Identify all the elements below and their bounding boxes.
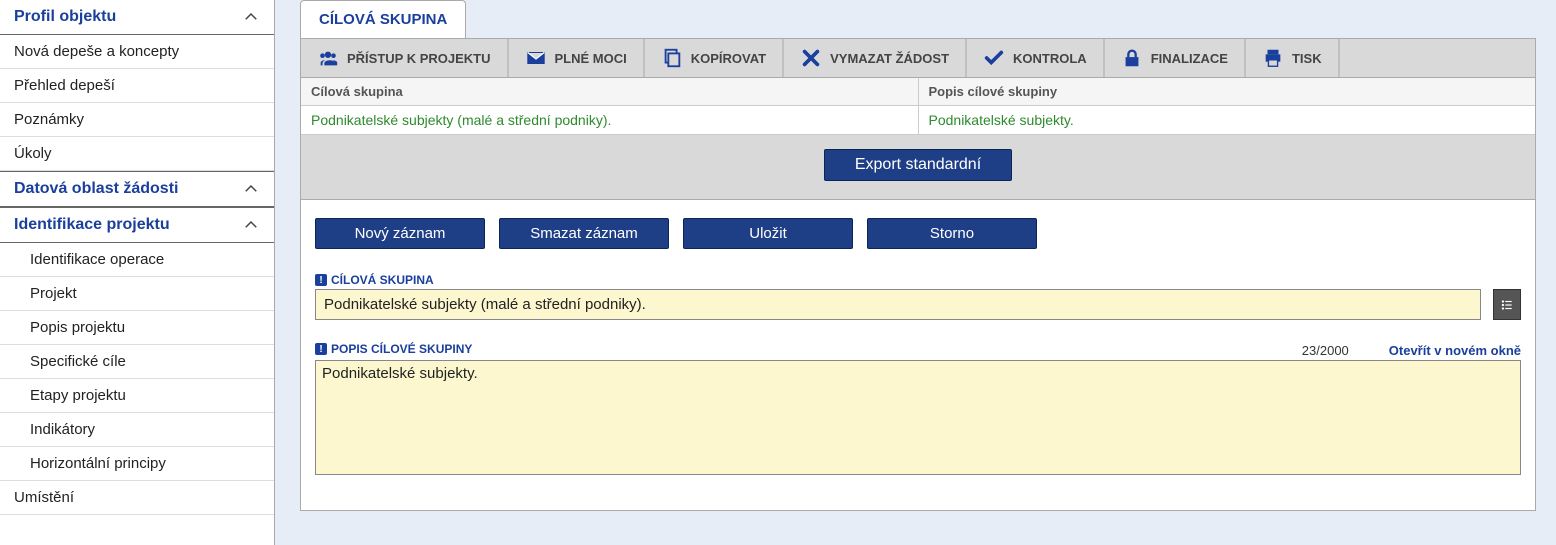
table-row[interactable]: Podnikatelské subjekty (malé a střední p… [301, 106, 1535, 135]
mail-icon [525, 47, 547, 69]
copy-icon [661, 47, 683, 69]
toolbar-label: TISK [1292, 51, 1322, 66]
char-counter: 23/2000 [1302, 343, 1349, 358]
toolbar-label: PŘÍSTUP K PROJEKTU [347, 51, 491, 66]
target-group-input[interactable] [315, 289, 1481, 320]
sidebar-header-label: Profil objektu [14, 8, 116, 26]
sidebar-header-datova[interactable]: Datová oblast žádosti [0, 171, 274, 207]
sidebar-item[interactable]: Specifické cíle [0, 345, 274, 379]
required-icon: ! [315, 343, 327, 355]
toolbar-copy[interactable]: KOPÍROVAT [645, 39, 784, 77]
people-icon [317, 47, 339, 69]
sidebar: Profil objektu Nová depeše a koncepty Př… [0, 0, 275, 545]
data-table: Cílová skupina Popis cílové skupiny Podn… [301, 78, 1535, 135]
target-group-desc-textarea[interactable] [315, 360, 1521, 475]
cancel-button[interactable]: Storno [867, 218, 1037, 249]
sidebar-item[interactable]: Poznámky [0, 103, 274, 137]
chevron-up-icon [242, 216, 260, 234]
toolbar-label: FINALIZACE [1151, 51, 1228, 66]
sidebar-item[interactable]: Etapy projektu [0, 379, 274, 413]
print-icon [1262, 47, 1284, 69]
save-button[interactable]: Uložit [683, 218, 853, 249]
lock-icon [1121, 47, 1143, 69]
new-record-button[interactable]: Nový záznam [315, 218, 485, 249]
list-icon [1500, 298, 1514, 312]
required-icon: ! [315, 274, 327, 286]
x-icon [800, 47, 822, 69]
toolbar-label: VYMAZAT ŽÁDOST [830, 51, 949, 66]
table-cell: Podnikatelské subjekty (malé a střední p… [301, 106, 919, 134]
open-new-window-link[interactable]: Otevřít v novém okně [1389, 343, 1521, 358]
sidebar-item[interactable]: Horizontální principy [0, 447, 274, 481]
table-header[interactable]: Cílová skupina [301, 78, 919, 105]
toolbar-power[interactable]: PLNÉ MOCI [509, 39, 645, 77]
toolbar-print[interactable]: TISK [1246, 39, 1340, 77]
sidebar-header-label: Datová oblast žádosti [14, 180, 178, 198]
sidebar-header-profil[interactable]: Profil objektu [0, 0, 274, 35]
table-header[interactable]: Popis cílové skupiny [919, 78, 1536, 105]
toolbar-label: KONTROLA [1013, 51, 1087, 66]
sidebar-item[interactable]: Indikátory [0, 413, 274, 447]
chevron-up-icon [242, 180, 260, 198]
sidebar-item[interactable]: Identifikace operace [0, 243, 274, 277]
sidebar-item[interactable]: Nová depeše a koncepty [0, 35, 274, 69]
check-icon [983, 47, 1005, 69]
delete-record-button[interactable]: Smazat záznam [499, 218, 669, 249]
form-area: Nový záznam Smazat záznam Uložit Storno … [300, 200, 1536, 511]
sidebar-header-identifikace[interactable]: Identifikace projektu [0, 207, 274, 243]
tab-cilova-skupina[interactable]: CÍLOVÁ SKUPINA [300, 0, 466, 38]
table-area: Cílová skupina Popis cílové skupiny Podn… [300, 78, 1536, 200]
toolbar-check[interactable]: KONTROLA [967, 39, 1105, 77]
chevron-up-icon [242, 8, 260, 26]
export-button[interactable]: Export standardní [824, 149, 1012, 181]
toolbar-access[interactable]: PŘÍSTUP K PROJEKTU [301, 39, 509, 77]
toolbar-label: PLNÉ MOCI [555, 51, 627, 66]
toolbar: PŘÍSTUP K PROJEKTU PLNÉ MOCI KOPÍROVAT V… [300, 38, 1536, 78]
sidebar-header-label: Identifikace projektu [14, 216, 170, 234]
main-content: CÍLOVÁ SKUPINA PŘÍSTUP K PROJEKTU PLNÉ M… [300, 0, 1556, 545]
desc-field-label: ! POPIS CÍLOVÉ SKUPINY [315, 342, 472, 356]
tab-strip: CÍLOVÁ SKUPINA [300, 0, 1536, 38]
sidebar-item[interactable]: Umístění [0, 481, 274, 515]
table-cell: Podnikatelské subjekty. [919, 106, 1536, 134]
table-header-row: Cílová skupina Popis cílové skupiny [301, 78, 1535, 106]
group-field-label: ! CÍLOVÁ SKUPINA [315, 273, 1521, 287]
toolbar-label: KOPÍROVAT [691, 51, 766, 66]
sidebar-item[interactable]: Úkoly [0, 137, 274, 171]
sidebar-item[interactable]: Přehled depeší [0, 69, 274, 103]
toolbar-delete[interactable]: VYMAZAT ŽÁDOST [784, 39, 967, 77]
sidebar-item[interactable]: Popis projektu [0, 311, 274, 345]
list-picker-button[interactable] [1493, 289, 1521, 320]
toolbar-finalize[interactable]: FINALIZACE [1105, 39, 1246, 77]
sidebar-item[interactable]: Projekt [0, 277, 274, 311]
